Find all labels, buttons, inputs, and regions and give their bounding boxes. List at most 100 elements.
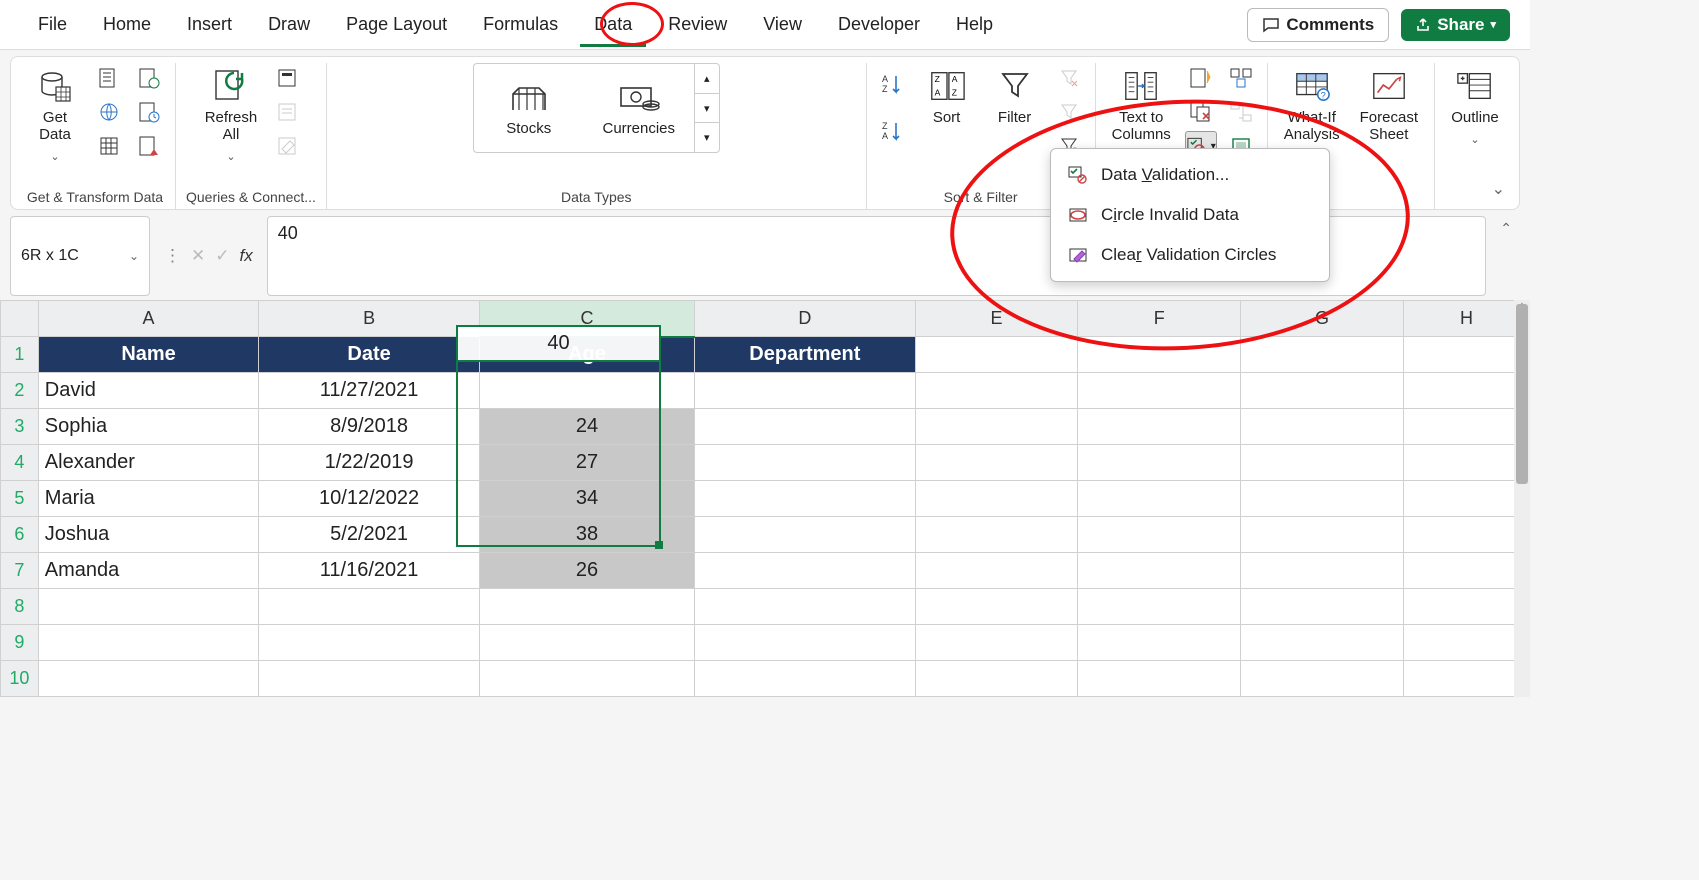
cell-G5[interactable] <box>1241 481 1404 517</box>
recent-sources-button[interactable] <box>133 63 165 93</box>
flash-fill-button[interactable] <box>1185 63 1217 93</box>
cell-E6[interactable] <box>915 517 1078 553</box>
cell-H4[interactable] <box>1403 445 1529 481</box>
cell-E3[interactable] <box>915 409 1078 445</box>
cell-F7[interactable] <box>1078 553 1241 589</box>
cell-A9[interactable] <box>38 625 259 661</box>
cell-B4[interactable]: 1/22/2019 <box>259 445 480 481</box>
cell-G2[interactable] <box>1241 373 1404 409</box>
get-data-button[interactable]: Get Data <box>25 63 85 168</box>
cell-B7[interactable]: 11/16/2021 <box>259 553 480 589</box>
cell-G7[interactable] <box>1241 553 1404 589</box>
cell-B2[interactable]: 11/27/2021 <box>259 373 480 409</box>
cell-D5[interactable] <box>695 481 916 517</box>
cell-D8[interactable] <box>695 589 916 625</box>
row-header-2[interactable]: 2 <box>1 373 39 409</box>
cell-F8[interactable] <box>1078 589 1241 625</box>
cancel-icon[interactable]: ✕ <box>191 246 205 266</box>
cell-H3[interactable] <box>1403 409 1529 445</box>
cell-F10[interactable] <box>1078 661 1241 697</box>
cell-C3[interactable]: 24 <box>479 409 694 445</box>
cell-F1[interactable] <box>1078 337 1241 373</box>
cell-B6[interactable]: 5/2/2021 <box>259 517 480 553</box>
cell-B5[interactable]: 10/12/2022 <box>259 481 480 517</box>
formula-bar-expand-button[interactable]: ⌃ <box>1492 216 1520 296</box>
tab-data[interactable]: Data <box>576 6 650 43</box>
select-all-corner[interactable] <box>1 301 39 337</box>
column-header-D[interactable]: D <box>695 301 916 337</box>
cell-H1[interactable] <box>1403 337 1529 373</box>
gallery-down-button[interactable]: ▾ <box>695 94 719 124</box>
cell-A8[interactable] <box>38 589 259 625</box>
cell-A3[interactable]: Sophia <box>38 409 259 445</box>
row-header-1[interactable]: 1 <box>1 337 39 373</box>
circle-invalid-data-menuitem[interactable]: Circle Invalid Data <box>1051 195 1329 235</box>
cell-F5[interactable] <box>1078 481 1241 517</box>
queries-connections-button[interactable] <box>271 63 303 93</box>
properties-button[interactable] <box>271 97 303 127</box>
cell-A10[interactable] <box>38 661 259 697</box>
cell-B9[interactable] <box>259 625 480 661</box>
ribbon-collapse-button[interactable]: ⌄ <box>1492 179 1505 199</box>
cell-D4[interactable] <box>695 445 916 481</box>
cell-B3[interactable]: 8/9/2018 <box>259 409 480 445</box>
cell-E1[interactable] <box>915 337 1078 373</box>
tab-formulas[interactable]: Formulas <box>465 6 576 43</box>
cell-C10[interactable] <box>479 661 694 697</box>
cell-D2[interactable] <box>695 373 916 409</box>
cell-G1[interactable] <box>1241 337 1404 373</box>
cell-D9[interactable] <box>695 625 916 661</box>
cell-G10[interactable] <box>1241 661 1404 697</box>
cell-H5[interactable] <box>1403 481 1529 517</box>
outline-button[interactable]: Outline <box>1445 63 1505 151</box>
forecast-sheet-button[interactable]: Forecast Sheet <box>1354 63 1424 147</box>
cell-G4[interactable] <box>1241 445 1404 481</box>
cell-H9[interactable] <box>1403 625 1529 661</box>
cell-E10[interactable] <box>915 661 1078 697</box>
cell-B10[interactable] <box>259 661 480 697</box>
cell-B1[interactable]: Date <box>259 337 480 373</box>
filter-button[interactable]: Filter <box>985 63 1045 130</box>
cell-E2[interactable] <box>915 373 1078 409</box>
row-header-8[interactable]: 8 <box>1 589 39 625</box>
cell-C9[interactable] <box>479 625 694 661</box>
active-cell[interactable]: 40 <box>456 325 661 362</box>
cell-A2[interactable]: David <box>38 373 259 409</box>
fx-icon[interactable]: fx <box>240 246 253 266</box>
row-header-4[interactable]: 4 <box>1 445 39 481</box>
cell-B8[interactable] <box>259 589 480 625</box>
reapply-button[interactable] <box>1053 97 1085 127</box>
cell-A7[interactable]: Amanda <box>38 553 259 589</box>
consolidate-button[interactable] <box>1225 63 1257 93</box>
existing-connections-button[interactable] <box>133 97 165 127</box>
gallery-more-button[interactable]: ▾ <box>695 123 719 152</box>
tab-draw[interactable]: Draw <box>250 6 328 43</box>
cell-E4[interactable] <box>915 445 1078 481</box>
cell-G6[interactable] <box>1241 517 1404 553</box>
cell-E9[interactable] <box>915 625 1078 661</box>
cell-G9[interactable] <box>1241 625 1404 661</box>
cell-D6[interactable] <box>695 517 916 553</box>
cell-C7[interactable]: 26 <box>479 553 694 589</box>
row-header-3[interactable]: 3 <box>1 409 39 445</box>
remove-duplicates-button[interactable] <box>1185 97 1217 127</box>
cell-G3[interactable] <box>1241 409 1404 445</box>
cell-D10[interactable] <box>695 661 916 697</box>
from-web-button[interactable] <box>93 97 125 127</box>
row-header-9[interactable]: 9 <box>1 625 39 661</box>
refresh-all-button[interactable]: Refresh All <box>199 63 264 168</box>
sort-button[interactable]: ZAAZ Sort <box>917 63 977 130</box>
cell-E8[interactable] <box>915 589 1078 625</box>
cell-A4[interactable]: Alexander <box>38 445 259 481</box>
edit-links-button[interactable] <box>271 131 303 161</box>
data-validation-menuitem[interactable]: Data Validation... <box>1051 155 1329 195</box>
currencies-type-button[interactable]: Currencies <box>584 64 694 152</box>
cell-E5[interactable] <box>915 481 1078 517</box>
column-header-H[interactable]: H <box>1403 301 1529 337</box>
cell-C2[interactable] <box>479 373 694 409</box>
comments-button[interactable]: Comments <box>1247 8 1389 42</box>
text-to-columns-button[interactable]: Text to Columns <box>1106 63 1177 147</box>
cell-A6[interactable]: Joshua <box>38 517 259 553</box>
enter-icon[interactable]: ✓ <box>215 246 229 266</box>
cell-H6[interactable] <box>1403 517 1529 553</box>
